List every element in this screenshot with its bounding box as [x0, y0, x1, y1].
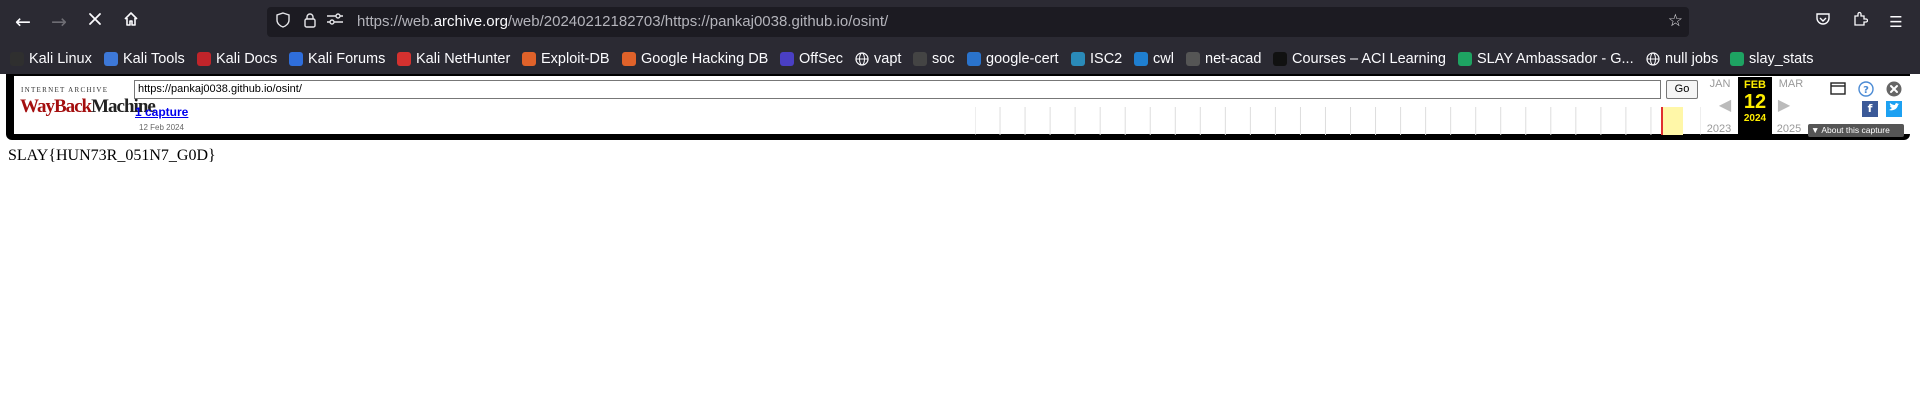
- bookmark-slay-ambassador-g[interactable]: SLAY Ambassador - G...: [1458, 49, 1634, 69]
- bookmark-star-icon[interactable]: ☆: [1668, 11, 1683, 31]
- bookmark-label: cwl: [1153, 51, 1174, 67]
- prev-capture-arrow-icon[interactable]: ◀: [1717, 96, 1733, 114]
- kali-docs-icon: [197, 52, 211, 66]
- cwl-icon: [1134, 52, 1148, 66]
- wayback-logo-caption: INTERNET ARCHIVE: [21, 86, 109, 94]
- bookmark-isc2[interactable]: ISC2: [1071, 49, 1122, 69]
- about-caret-icon: ▼: [1811, 125, 1820, 135]
- bookmark-label: slay_stats: [1749, 51, 1814, 67]
- bookmark-slay-stats[interactable]: slay_stats: [1730, 49, 1813, 69]
- about-capture-button[interactable]: ▼ About this capture: [1808, 124, 1904, 137]
- bookmark-label: OffSec: [799, 51, 844, 67]
- bookmark-label: SLAY Ambassador - G...: [1477, 51, 1634, 67]
- bookmark-cwl[interactable]: cwl: [1134, 49, 1174, 69]
- current-year: 2024: [1743, 113, 1767, 124]
- lock-icon[interactable]: [300, 12, 320, 32]
- menu-icon[interactable]: ☰: [1885, 11, 1907, 33]
- ghdb-icon: [622, 52, 636, 66]
- soc-icon: [913, 52, 927, 66]
- bookmark-exploit-db[interactable]: Exploit-DB: [522, 49, 610, 69]
- nethunter-icon: [397, 52, 411, 66]
- pocket-icon[interactable]: [1812, 11, 1834, 33]
- bookmark-label: null jobs: [1665, 51, 1719, 67]
- bookmark-vapt[interactable]: vapt: [855, 49, 901, 69]
- bookmark-label: Exploit-DB: [541, 51, 610, 67]
- current-capture-date: FEB 12 2024: [1738, 77, 1772, 135]
- globe-icon: [855, 52, 869, 66]
- bookmark-label: Kali Docs: [216, 51, 278, 67]
- bookmark-label: Google Hacking DB: [641, 51, 769, 67]
- bookmark-label: Kali Linux: [29, 51, 92, 67]
- screenshot-icon[interactable]: [1830, 81, 1846, 97]
- bookmark-label: soc: [932, 51, 955, 67]
- bookmark-label: net-acad: [1205, 51, 1262, 67]
- captures-link[interactable]: 1 capture: [135, 105, 188, 119]
- current-month: FEB: [1744, 79, 1766, 91]
- forward-icon[interactable]: →: [47, 10, 71, 34]
- next-year-label[interactable]: 2025: [1773, 123, 1805, 135]
- bookmark-label: vapt: [874, 51, 902, 67]
- bookmark-kali-docs[interactable]: Kali Docs: [197, 49, 277, 69]
- exploit-db-icon: [522, 52, 536, 66]
- bookmark-offsec[interactable]: OffSec: [780, 49, 843, 69]
- about-capture-label: About this capture: [1821, 125, 1890, 135]
- next-capture-arrow-icon[interactable]: ▶: [1776, 96, 1792, 114]
- browser-toolbar: ← → https://web.archive.org/web/20240212…: [0, 0, 1920, 44]
- bookmark-label: Kali NetHunter: [416, 51, 511, 67]
- url-text[interactable]: https://web.archive.org/web/202402121827…: [357, 13, 888, 30]
- globe-icon: [1646, 52, 1660, 66]
- page-flag-text: SLAY{HUN73R_051N7_G0D}: [8, 147, 216, 164]
- bookmark-google-hacking-db[interactable]: Google Hacking DB: [622, 49, 768, 69]
- help-icon[interactable]: ?: [1858, 81, 1874, 97]
- wayback-logo[interactable]: WayBackMachine: [20, 94, 156, 120]
- capture-date: 12 Feb 2024: [139, 123, 184, 132]
- bookmark-label: ISC2: [1090, 51, 1123, 67]
- close-icon[interactable]: [1886, 81, 1902, 97]
- extensions-icon[interactable]: [1849, 11, 1871, 33]
- sparkline-capture-marker: [1661, 107, 1663, 135]
- shield-icon[interactable]: [273, 12, 293, 32]
- bookmark-label: google-cert: [986, 51, 1059, 67]
- bookmark-label: Courses – ACI Learning: [1292, 51, 1446, 67]
- coursera-icon: [967, 52, 981, 66]
- next-month-label[interactable]: MAR: [1775, 78, 1807, 90]
- sparkline-current-year-highlight: [1663, 107, 1683, 135]
- kali-forums-icon: [289, 52, 303, 66]
- offsec-icon: [780, 52, 794, 66]
- address-bar[interactable]: https://web.archive.org/web/202402121827…: [267, 7, 1689, 37]
- bookmark-kali-nethunter[interactable]: Kali NetHunter: [397, 49, 510, 69]
- kali-tools-icon: [104, 52, 118, 66]
- sheets-icon: [1458, 52, 1472, 66]
- bookmark-kali-forums[interactable]: Kali Forums: [289, 49, 385, 69]
- permissions-icon[interactable]: [325, 12, 345, 32]
- facebook-icon[interactable]: f: [1862, 101, 1878, 117]
- bookmark-label: Kali Tools: [123, 51, 185, 67]
- back-icon[interactable]: ←: [11, 10, 35, 34]
- bookmark-courses-aci-learning[interactable]: Courses – ACI Learning: [1273, 49, 1446, 69]
- bookmark-null-jobs[interactable]: null jobs: [1646, 49, 1718, 69]
- bookmark-soc[interactable]: soc: [913, 49, 955, 69]
- wayback-url-input[interactable]: https://pankaj0038.github.io/osint/: [134, 80, 1661, 99]
- twitter-icon[interactable]: [1886, 101, 1902, 117]
- bookmark-kali-tools[interactable]: Kali Tools: [104, 49, 185, 69]
- home-icon[interactable]: [119, 10, 143, 34]
- bookmarks-bar: Kali Linux Kali Tools Kali Docs Kali Forums…: [0, 44, 1920, 74]
- bookmark-kali-linux[interactable]: Kali Linux: [10, 49, 92, 69]
- aci-icon: [1273, 52, 1287, 66]
- bookmark-google-cert[interactable]: google-cert: [967, 49, 1059, 69]
- wayback-go-button[interactable]: Go: [1666, 80, 1698, 99]
- sheets-icon: [1730, 52, 1744, 66]
- svg-text:?: ?: [1863, 85, 1869, 96]
- stop-loading-icon[interactable]: [83, 10, 107, 34]
- wayback-logo-way: WayBack: [20, 96, 92, 117]
- isc2-icon: [1071, 52, 1085, 66]
- kali-dragon-icon: [10, 52, 24, 66]
- capture-sparkline[interactable]: [975, 107, 1701, 135]
- current-day: 12: [1743, 91, 1767, 113]
- bookmark-net-acad[interactable]: net-acad: [1186, 49, 1261, 69]
- bookmark-label: Kali Forums: [308, 51, 386, 67]
- prev-year-label[interactable]: 2023: [1703, 123, 1735, 135]
- prev-month-label[interactable]: JAN: [1704, 78, 1736, 90]
- cisco-icon: [1186, 52, 1200, 66]
